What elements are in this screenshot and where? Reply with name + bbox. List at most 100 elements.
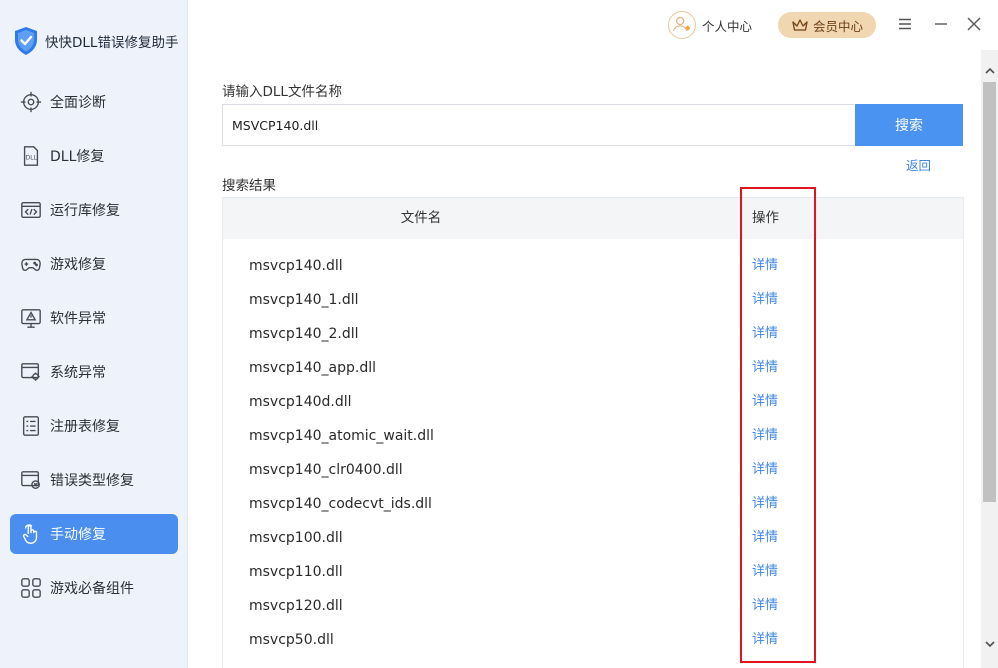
app-title: 快快DLL错误修复助手: [45, 35, 179, 51]
grid-blocks-icon: [19, 576, 43, 600]
detail-link[interactable]: 详情: [752, 419, 778, 453]
minimize-button[interactable]: [931, 14, 951, 34]
user-center-label: 个人中心: [702, 18, 753, 34]
user-icon: [672, 16, 691, 31]
chevron-down-icon: [984, 641, 995, 648]
row-filename: msvcp140_app.dll: [249, 360, 376, 376]
detail-link[interactable]: 详情: [752, 589, 778, 623]
detail-link[interactable]: 详情: [752, 283, 778, 317]
sidebar-item-label: 软件异常: [50, 311, 106, 327]
sidebar-item-label: 手动修复: [50, 527, 106, 543]
row-filename: msvcp140d.dll: [249, 394, 352, 410]
row-filename: msvcp110.dll: [249, 564, 343, 580]
sidebar-item-manual-repair[interactable]: 手动修复: [10, 514, 178, 554]
table-row: msvcp110.dll 详情: [223, 555, 963, 589]
scroll-down-button[interactable]: [981, 636, 998, 653]
detail-link[interactable]: 详情: [752, 317, 778, 351]
row-filename: msvcp120.dll: [249, 598, 343, 614]
scroll-up-button[interactable]: [981, 62, 998, 79]
sidebar-item-label: 全面诊断: [50, 95, 106, 111]
error-window-icon: [19, 468, 43, 492]
hamburger-menu-icon: [899, 18, 911, 30]
close-icon: [967, 17, 981, 31]
vip-center-button[interactable]: 会员中心: [778, 12, 876, 38]
table-row: msvcp140d.dll 详情: [223, 385, 963, 419]
close-button[interactable]: [964, 14, 984, 34]
search-button[interactable]: 搜索: [855, 104, 963, 146]
row-filename: msvcp140_codecvt_ids.dll: [249, 496, 432, 512]
table-row: msvcp140_codecvt_ids.dll 详情: [223, 487, 963, 521]
detail-link[interactable]: 详情: [752, 555, 778, 589]
registry-list-icon: [19, 414, 43, 438]
svg-text:DLL: DLL: [26, 155, 38, 162]
sidebar-item-system-exception[interactable]: 系统异常: [10, 352, 178, 392]
detail-link[interactable]: 详情: [752, 623, 778, 657]
column-header-filename: 文件名: [400, 210, 442, 226]
sidebar-item-label: 注册表修复: [50, 419, 120, 435]
sidebar-item-registry-repair[interactable]: 注册表修复: [10, 406, 178, 446]
table-row: msvcp100.dll 详情: [223, 521, 963, 555]
sidebar-item-error-type-repair[interactable]: 错误类型修复: [10, 460, 178, 500]
detail-link[interactable]: 详情: [752, 453, 778, 487]
sidebar-item-label: 运行库修复: [50, 203, 120, 219]
sidebar: 快快DLL错误修复助手 全面诊断 DLL DLL修复 运行库修复 游戏修复 软件…: [0, 0, 188, 668]
table-row: msvcp120.dll 详情: [223, 589, 963, 623]
shield-logo-icon: [15, 27, 37, 55]
scrollbar[interactable]: [981, 50, 998, 668]
dll-search-input[interactable]: [222, 104, 854, 146]
detail-link[interactable]: 详情: [752, 487, 778, 521]
detail-link[interactable]: 详情: [752, 249, 778, 283]
row-filename: msvcp140_1.dll: [249, 292, 359, 308]
hand-pointer-icon: [19, 522, 43, 546]
app-brand: 快快DLL错误修复助手: [13, 26, 178, 56]
menu-button[interactable]: [895, 14, 915, 34]
detail-link[interactable]: 详情: [752, 351, 778, 385]
target-icon: [19, 90, 43, 114]
sidebar-item-dll-repair[interactable]: DLL DLL修复: [10, 136, 178, 176]
sidebar-item-label: DLL修复: [50, 149, 105, 165]
sidebar-item-software-exception[interactable]: 软件异常: [10, 298, 178, 338]
detail-link[interactable]: 详情: [752, 385, 778, 419]
user-center-button[interactable]: 个人中心: [668, 11, 752, 39]
table-row: msvcp140_2.dll 详情: [223, 317, 963, 351]
table-row: msvcp140_clr0400.dll 详情: [223, 453, 963, 487]
row-filename: msvcp140_clr0400.dll: [249, 462, 403, 478]
sidebar-item-label: 系统异常: [50, 365, 106, 381]
row-filename: msvcp50.dll: [249, 632, 334, 648]
table-row: msvcp50.dll 详情: [223, 623, 963, 657]
table-row: msvcp140_app.dll 详情: [223, 351, 963, 385]
row-filename: msvcp100.dll: [249, 530, 343, 546]
warning-monitor-icon: [19, 306, 43, 330]
column-header-action: 操作: [752, 210, 779, 226]
code-window-icon: [19, 198, 43, 222]
sidebar-item-label: 游戏修复: [50, 257, 106, 273]
sidebar-item-full-diagnosis[interactable]: 全面诊断: [10, 82, 178, 122]
sidebar-item-game-components[interactable]: 游戏必备组件: [10, 568, 178, 608]
table-row: msvcp140.dll 详情: [223, 249, 963, 283]
row-filename: msvcp140_2.dll: [249, 326, 359, 342]
minimize-icon: [935, 23, 947, 25]
row-filename: msvcp140.dll: [249, 258, 343, 274]
sidebar-item-game-repair[interactable]: 游戏修复: [10, 244, 178, 284]
gamepad-icon: [19, 252, 43, 276]
results-table: 文件名 操作 msvcp140.dll 详情 msvcp140_1.dll 详情…: [222, 197, 964, 668]
scroll-thumb[interactable]: [983, 82, 996, 502]
sidebar-item-label: 错误类型修复: [50, 473, 134, 489]
top-bar: 个人中心 会员中心: [188, 0, 998, 50]
avatar: [668, 11, 696, 39]
table-row: msvcp140_1.dll 详情: [223, 283, 963, 317]
vip-center-label: 会员中心: [812, 18, 863, 34]
dll-input-label: 请输入DLL文件名称: [222, 84, 342, 100]
sidebar-item-runtime-repair[interactable]: 运行库修复: [10, 190, 178, 230]
results-label: 搜索结果: [222, 178, 276, 194]
row-filename: msvcp140_atomic_wait.dll: [249, 428, 434, 444]
crown-icon: [792, 19, 808, 31]
detail-link[interactable]: 详情: [752, 521, 778, 555]
table-header: 文件名 操作: [223, 198, 963, 239]
chevron-up-icon: [984, 67, 995, 74]
dll-file-icon: DLL: [19, 144, 43, 168]
back-link[interactable]: 返回: [906, 155, 931, 174]
system-gear-icon: [19, 360, 43, 384]
sidebar-item-label: 游戏必备组件: [50, 581, 134, 597]
table-row: msvcp140_atomic_wait.dll 详情: [223, 419, 963, 453]
